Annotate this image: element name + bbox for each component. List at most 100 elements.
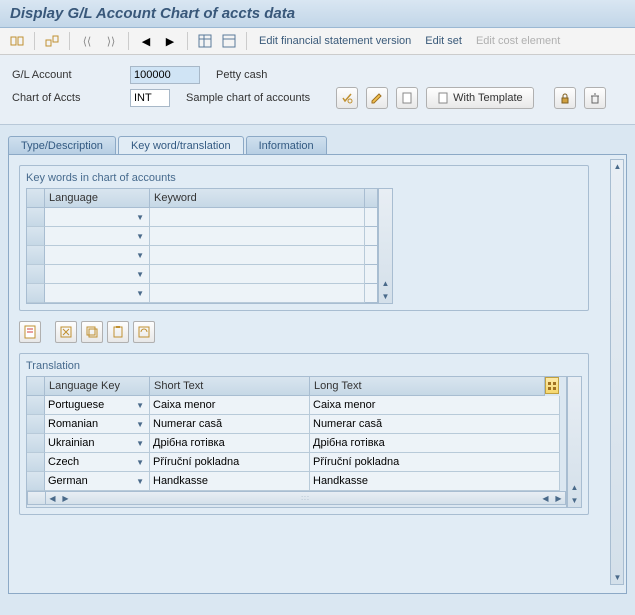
long-text-cell[interactable]: Příruční pokladna — [310, 453, 560, 472]
row-selector[interactable] — [27, 284, 45, 303]
scroll-down-icon[interactable]: ▼ — [611, 571, 624, 584]
table-toolbar — [19, 321, 616, 343]
col-long-text[interactable]: Long Text — [310, 377, 545, 396]
table-corner[interactable] — [27, 377, 45, 396]
check-button[interactable] — [336, 87, 358, 109]
row-selector[interactable] — [27, 227, 45, 246]
edit-button[interactable] — [366, 87, 388, 109]
translation-hscrollbar[interactable]: ◀ ▶ ::: ◀ ▶ — [27, 491, 566, 505]
table-config-icon[interactable] — [545, 377, 559, 394]
scroll-up-icon[interactable]: ▲ — [611, 160, 624, 173]
lang-cell[interactable]: ▼ — [45, 246, 150, 265]
translation-scrollbar[interactable]: ▲ ▼ — [567, 376, 582, 508]
long-text-cell[interactable]: Handkasse — [310, 472, 560, 491]
dropdown-icon[interactable]: ▼ — [136, 401, 146, 410]
table-row: Czech▼ Příruční pokladna Příruční poklad… — [27, 453, 566, 472]
layout1-icon[interactable] — [196, 32, 214, 50]
lock-button[interactable] — [554, 87, 576, 109]
paste-icon[interactable] — [107, 321, 129, 343]
scroll-left2-icon[interactable]: ◀ — [539, 492, 552, 504]
dropdown-icon[interactable]: ▼ — [136, 458, 146, 467]
tab-information[interactable]: Information — [246, 136, 327, 155]
row-selector[interactable] — [27, 246, 45, 265]
copy-icon[interactable] — [81, 321, 103, 343]
scroll-up-icon[interactable]: ▲ — [568, 481, 581, 494]
gl-account-input[interactable] — [130, 66, 200, 84]
delete-button[interactable] — [584, 87, 606, 109]
dropdown-icon[interactable]: ▼ — [136, 289, 146, 298]
dropdown-icon[interactable]: ▼ — [136, 420, 146, 429]
other-account-icon[interactable] — [43, 32, 61, 50]
long-text-cell[interactable]: Numerar casă — [310, 415, 560, 434]
row-selector[interactable] — [27, 208, 45, 227]
short-text-cell[interactable]: Numerar casă — [150, 415, 310, 434]
toggle-display-icon[interactable] — [8, 32, 26, 50]
scroll-right2-icon[interactable]: ▶ — [552, 492, 565, 504]
lang-key-cell[interactable]: Czech▼ — [45, 453, 150, 472]
col-language[interactable]: Language — [45, 189, 150, 208]
edit-set-link[interactable]: Edit set — [421, 33, 466, 49]
row-selector[interactable] — [27, 265, 45, 284]
col-short-text[interactable]: Short Text — [150, 377, 310, 396]
table-corner[interactable] — [27, 189, 45, 208]
keyword-cell[interactable] — [150, 208, 365, 227]
scroll-right-icon[interactable]: ▶ — [59, 492, 72, 504]
table-sel-col[interactable] — [365, 189, 377, 208]
dropdown-icon[interactable]: ▼ — [136, 477, 146, 486]
lang-cell[interactable]: ▼ — [45, 208, 150, 227]
scroll-left-icon[interactable]: ◀ — [46, 492, 59, 504]
tab-body: ▲ ▼ Key words in chart of accounts Langu… — [8, 154, 627, 594]
dropdown-icon[interactable]: ▼ — [136, 213, 146, 222]
dropdown-icon[interactable]: ▼ — [136, 232, 146, 241]
keyword-cell[interactable] — [150, 227, 365, 246]
row-selector[interactable] — [27, 453, 45, 472]
with-template-button[interactable]: With Template — [426, 87, 534, 109]
prev-icon[interactable]: ◀ — [137, 32, 155, 50]
lang-key-cell[interactable]: Portuguese▼ — [45, 396, 150, 415]
page-scrollbar[interactable]: ▲ ▼ — [610, 159, 624, 585]
tab-keyword-translation[interactable]: Key word/translation — [118, 136, 244, 155]
keyword-cell[interactable] — [150, 265, 365, 284]
row-selector[interactable] — [27, 472, 45, 491]
keyword-cell[interactable] — [150, 284, 365, 303]
lang-key-cell[interactable]: German▼ — [45, 472, 150, 491]
scroll-down-icon[interactable]: ▼ — [379, 290, 392, 303]
short-text-cell[interactable]: Handkasse — [150, 472, 310, 491]
dropdown-icon[interactable]: ▼ — [136, 251, 146, 260]
lang-cell[interactable]: ▼ — [45, 265, 150, 284]
tab-type-description[interactable]: Type/Description — [8, 136, 116, 155]
keywords-scrollbar[interactable]: ▲ ▼ — [378, 188, 393, 304]
lang-key-cell[interactable]: Ukrainian▼ — [45, 434, 150, 453]
dropdown-icon[interactable]: ▼ — [136, 270, 146, 279]
prev-page-icon[interactable]: ⟨⟨ — [78, 32, 96, 50]
new-button[interactable] — [396, 87, 418, 109]
cut-icon[interactable] — [55, 321, 77, 343]
keyword-cell[interactable] — [150, 246, 365, 265]
row-selector[interactable] — [27, 415, 45, 434]
lang-key-cell[interactable]: Romanian▼ — [45, 415, 150, 434]
row-selector[interactable] — [27, 434, 45, 453]
lang-cell[interactable]: ▼ — [45, 227, 150, 246]
keywords-group-title: Key words in chart of accounts — [26, 172, 582, 184]
scroll-up-icon[interactable]: ▲ — [379, 277, 392, 290]
col-keyword[interactable]: Keyword — [150, 189, 365, 208]
tabstrip: Type/Description Key word/translation In… — [8, 136, 627, 155]
dropdown-icon[interactable]: ▼ — [136, 439, 146, 448]
chart-accts-input[interactable] — [130, 89, 170, 107]
short-text-cell[interactable]: Caixa menor — [150, 396, 310, 415]
edit-fsv-link[interactable]: Edit financial statement version — [255, 33, 415, 49]
short-text-cell[interactable]: Příruční pokladna — [150, 453, 310, 472]
next-page-icon[interactable]: ⟩⟩ — [102, 32, 120, 50]
row-selector[interactable] — [27, 396, 45, 415]
undo-icon[interactable] — [133, 321, 155, 343]
table-settings-icon[interactable] — [19, 321, 41, 343]
scroll-track[interactable]: ::: — [72, 495, 539, 502]
lang-cell[interactable]: ▼ — [45, 284, 150, 303]
long-text-cell[interactable]: Caixa menor — [310, 396, 560, 415]
short-text-cell[interactable]: Дрібна готівка — [150, 434, 310, 453]
col-language-key[interactable]: Language Key — [45, 377, 150, 396]
layout2-icon[interactable] — [220, 32, 238, 50]
next-icon[interactable]: ▶ — [161, 32, 179, 50]
scroll-down-icon[interactable]: ▼ — [568, 494, 581, 507]
long-text-cell[interactable]: Дрібна готівка — [310, 434, 560, 453]
